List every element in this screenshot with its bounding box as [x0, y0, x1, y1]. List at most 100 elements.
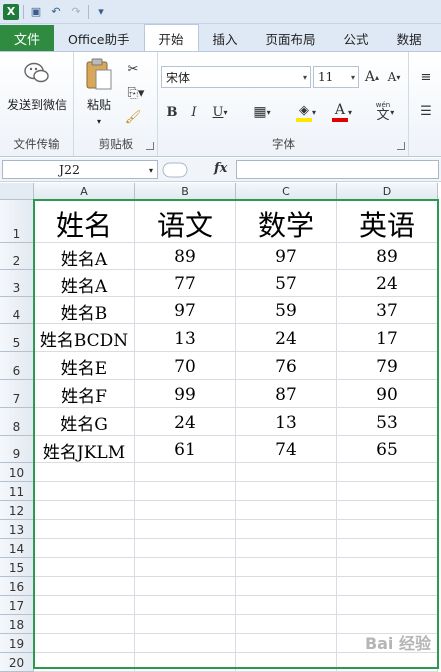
fill-color-icon[interactable]: ◈ ▾: [291, 100, 321, 124]
row-header-17[interactable]: 17: [0, 596, 34, 615]
data-cell[interactable]: 姓名JKLM: [34, 436, 135, 463]
data-cell[interactable]: 13: [135, 324, 236, 352]
empty-cell[interactable]: [34, 501, 135, 520]
bold-button[interactable]: B: [163, 102, 181, 122]
data-cell[interactable]: 70: [135, 352, 236, 380]
data-cell[interactable]: 76: [236, 352, 337, 380]
empty-cell[interactable]: [34, 577, 135, 596]
data-cell[interactable]: 79: [337, 352, 438, 380]
data-cell[interactable]: 61: [135, 436, 236, 463]
data-cell[interactable]: 89: [337, 243, 438, 270]
data-cell[interactable]: 24: [337, 270, 438, 297]
data-cell[interactable]: 59: [236, 297, 337, 324]
empty-cell[interactable]: [337, 482, 438, 501]
empty-cell[interactable]: [135, 653, 236, 672]
empty-cell[interactable]: [337, 558, 438, 577]
row-header-13[interactable]: 13: [0, 520, 34, 539]
empty-cell[interactable]: [135, 501, 236, 520]
grow-font-button[interactable]: A ▴: [363, 68, 381, 86]
empty-cell[interactable]: [337, 501, 438, 520]
empty-cell[interactable]: [135, 482, 236, 501]
row-header-4[interactable]: 4: [0, 297, 34, 324]
data-cell[interactable]: 姓名F: [34, 380, 135, 408]
empty-cell[interactable]: [337, 520, 438, 539]
tab-4[interactable]: 页面布局: [252, 25, 330, 51]
formula-input[interactable]: [236, 160, 439, 179]
empty-cell[interactable]: [34, 634, 135, 653]
paste-button[interactable]: 粘贴 ▾: [79, 58, 119, 126]
send-to-wechat-button[interactable]: 发送到微信: [4, 60, 70, 113]
format-painter-icon[interactable]: 🖌: [123, 108, 143, 126]
row-header-19[interactable]: 19: [0, 634, 34, 653]
clipboard-launcher-icon[interactable]: [146, 142, 154, 150]
empty-cell[interactable]: [135, 520, 236, 539]
data-cell[interactable]: 13: [236, 408, 337, 436]
data-cell[interactable]: 89: [135, 243, 236, 270]
row-header-3[interactable]: 3: [0, 270, 34, 297]
empty-cell[interactable]: [135, 577, 236, 596]
excel-app-icon[interactable]: X: [3, 3, 19, 20]
empty-cell[interactable]: [135, 615, 236, 634]
row-header-18[interactable]: 18: [0, 615, 34, 634]
empty-cell[interactable]: [337, 596, 438, 615]
row-header-6[interactable]: 6: [0, 352, 34, 380]
formula-bar-splitter-icon[interactable]: [162, 161, 188, 179]
align-top-icon[interactable]: ≡: [416, 68, 436, 86]
redo-icon[interactable]: ↷: [68, 4, 84, 20]
data-cell[interactable]: 65: [337, 436, 438, 463]
column-header-a[interactable]: A: [34, 183, 135, 200]
row-header-10[interactable]: 10: [0, 463, 34, 482]
tab-6[interactable]: 数据: [383, 25, 436, 51]
name-box[interactable]: J22 ▾: [2, 160, 158, 179]
row-header-16[interactable]: 16: [0, 577, 34, 596]
empty-cell[interactable]: [34, 539, 135, 558]
empty-cell[interactable]: [236, 482, 337, 501]
tab-0[interactable]: 文件: [0, 25, 54, 51]
empty-cell[interactable]: [337, 539, 438, 558]
insert-function-button[interactable]: fx: [214, 161, 227, 176]
data-cell[interactable]: 57: [236, 270, 337, 297]
customize-qat-icon[interactable]: ▾: [93, 4, 109, 20]
empty-cell[interactable]: [34, 653, 135, 672]
data-cell[interactable]: 87: [236, 380, 337, 408]
data-cell[interactable]: 24: [236, 324, 337, 352]
data-cell[interactable]: 姓名A: [34, 243, 135, 270]
undo-icon[interactable]: ↶: [48, 4, 64, 20]
data-cell[interactable]: 姓名G: [34, 408, 135, 436]
phonetic-guide-icon[interactable]: wén 文 ▾: [369, 100, 401, 124]
data-cell[interactable]: 99: [135, 380, 236, 408]
font-color-button[interactable]: A ▾: [327, 100, 357, 124]
row-header-20[interactable]: 20: [0, 653, 34, 672]
row-header-5[interactable]: 5: [0, 324, 34, 352]
data-cell[interactable]: 姓名E: [34, 352, 135, 380]
empty-cell[interactable]: [236, 520, 337, 539]
column-header-d[interactable]: D: [337, 183, 438, 200]
font-launcher-icon[interactable]: [397, 142, 405, 150]
data-cell[interactable]: 74: [236, 436, 337, 463]
data-cell[interactable]: 姓名A: [34, 270, 135, 297]
font-size-select[interactable]: 11 ▾: [313, 66, 359, 88]
underline-button[interactable]: U ▾: [207, 102, 233, 122]
empty-cell[interactable]: [135, 463, 236, 482]
data-cell[interactable]: 97: [236, 243, 337, 270]
row-header-15[interactable]: 15: [0, 558, 34, 577]
select-all-corner[interactable]: [0, 183, 34, 200]
empty-cell[interactable]: [135, 596, 236, 615]
column-header-c[interactable]: C: [236, 183, 337, 200]
italic-button[interactable]: I: [185, 102, 203, 122]
empty-cell[interactable]: [34, 596, 135, 615]
empty-cell[interactable]: [236, 539, 337, 558]
tab-5[interactable]: 公式: [330, 25, 383, 51]
shrink-font-button[interactable]: A ▾: [385, 68, 403, 86]
empty-cell[interactable]: [135, 539, 236, 558]
data-cell[interactable]: 24: [135, 408, 236, 436]
font-name-select[interactable]: 宋体 ▾: [161, 66, 311, 88]
header-cell[interactable]: 姓名: [34, 200, 135, 243]
data-cell[interactable]: 37: [337, 297, 438, 324]
data-cell[interactable]: 97: [135, 297, 236, 324]
data-cell[interactable]: 90: [337, 380, 438, 408]
borders-icon[interactable]: ▦ ▾: [247, 102, 277, 122]
empty-cell[interactable]: [236, 463, 337, 482]
row-header-9[interactable]: 9: [0, 436, 34, 463]
data-cell[interactable]: 17: [337, 324, 438, 352]
